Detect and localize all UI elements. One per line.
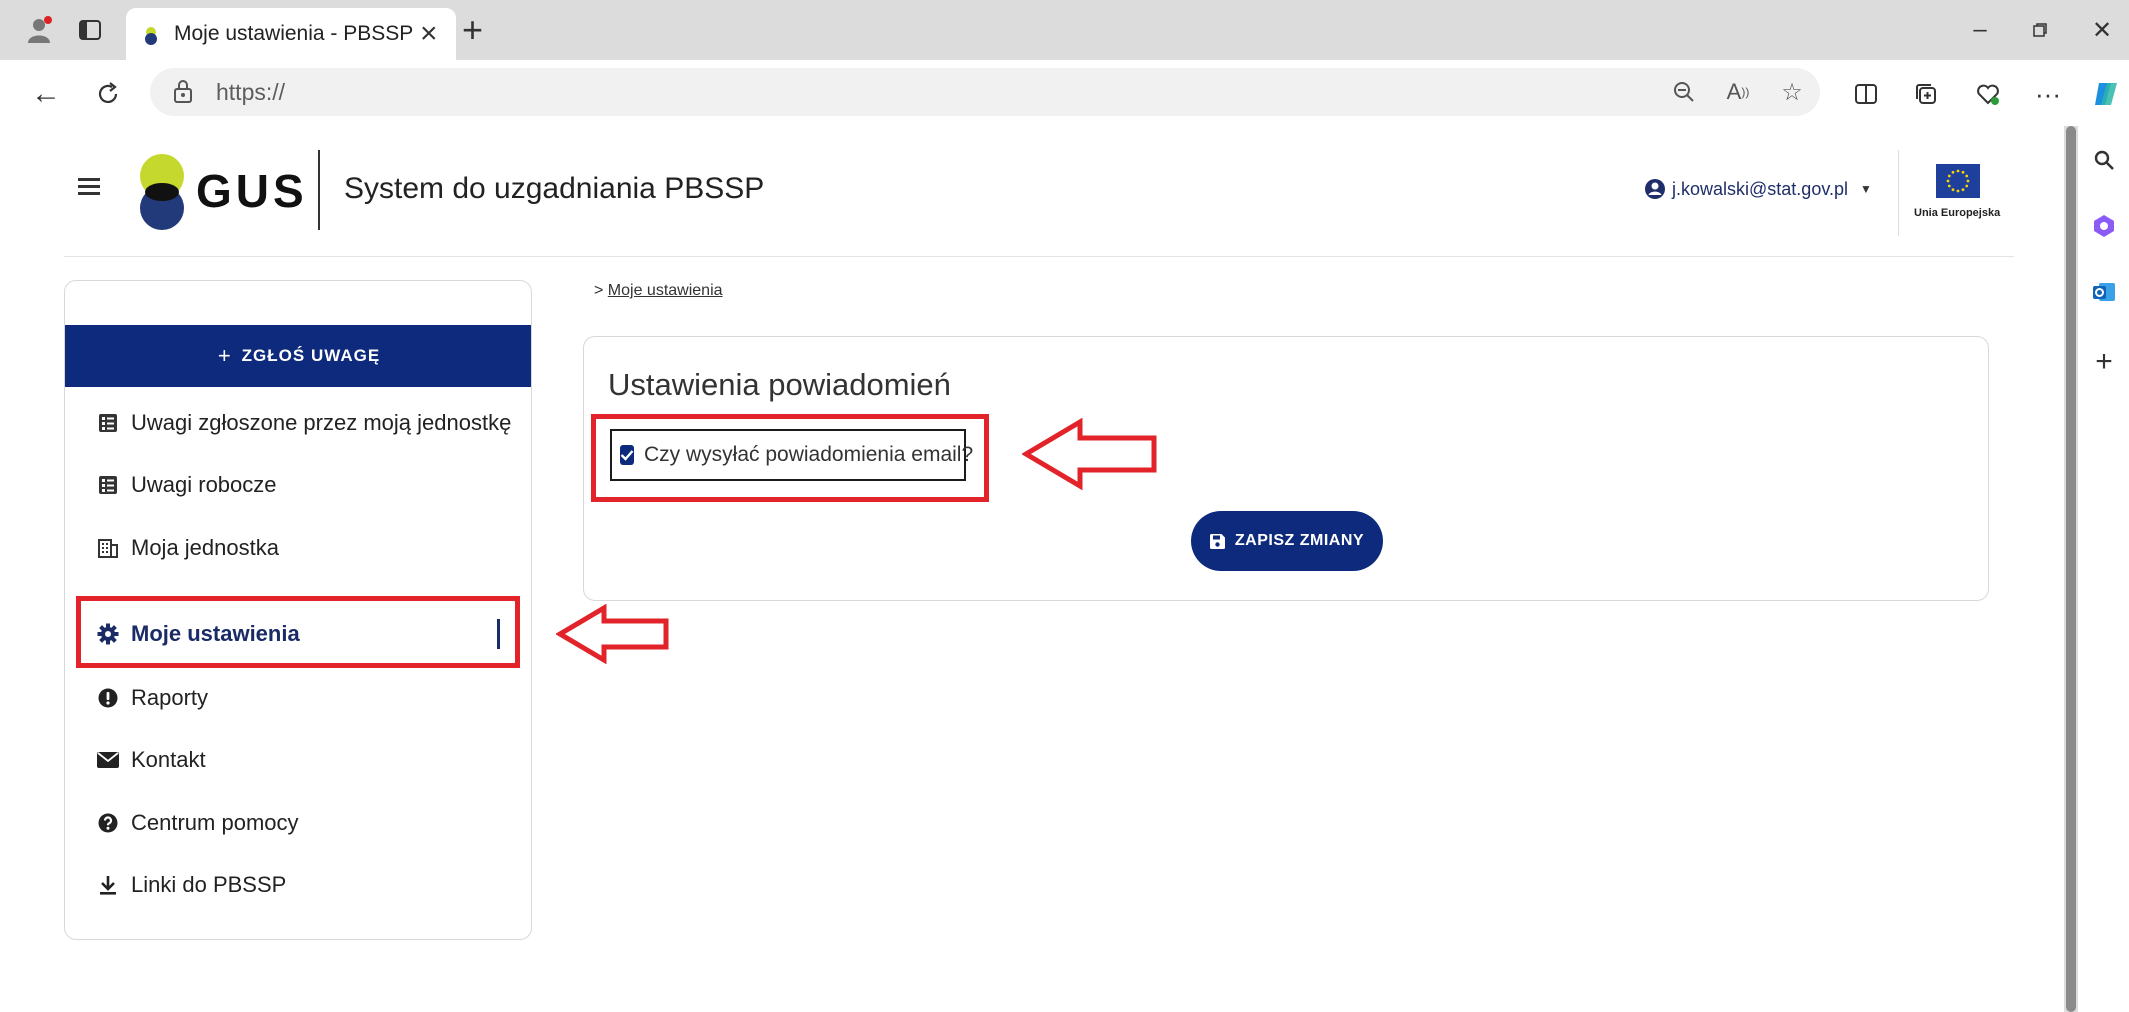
caret-down-icon: ▼: [1860, 182, 1872, 196]
copilot-side-icon[interactable]: [2088, 210, 2120, 242]
refresh-icon[interactable]: [88, 74, 128, 114]
report-issue-button[interactable]: + ZGŁOŚ UWAGĘ: [65, 325, 531, 387]
plus-icon: +: [217, 343, 232, 368]
browser-tab-bar: Moje ustawienia - PBSSP × + – ✕: [0, 0, 2129, 60]
breadcrumb-separator: >: [594, 282, 604, 299]
user-circle-icon: [1645, 179, 1665, 199]
url-field[interactable]: https:// A)) ☆: [150, 68, 1820, 116]
zoom-out-icon[interactable]: [1668, 76, 1700, 108]
header-divider: [64, 256, 2014, 257]
annotation-highlight-settings: [76, 596, 520, 668]
list-icon: [97, 474, 119, 496]
annotation-highlight-checkbox: [591, 414, 989, 502]
add-sidebar-app-icon[interactable]: +: [2088, 345, 2120, 378]
tab-title: Moje ustawienia - PBSSP: [174, 22, 414, 45]
breadcrumb: > Moje ustawienia: [594, 282, 723, 300]
hamburger-menu-icon[interactable]: [78, 178, 100, 196]
save-changes-label: ZAPISZ ZMIANY: [1234, 532, 1365, 549]
annotation-arrow-settings-icon: [556, 604, 669, 664]
envelope-icon: [97, 749, 119, 771]
back-icon[interactable]: ←: [26, 74, 66, 114]
floppy-disk-icon: [1209, 533, 1225, 549]
eu-label: Unia Europejska: [1914, 207, 2001, 219]
gus-favicon-icon: [145, 27, 157, 45]
sidebar-item-label: Centrum pomocy: [131, 810, 299, 835]
sidebar-item-reports[interactable]: Raporty: [97, 678, 208, 718]
question-icon: [97, 812, 119, 834]
save-changes-button[interactable]: ZAPISZ ZMIANY: [1191, 511, 1383, 571]
system-title: System do uzgadniania PBSSP: [344, 172, 765, 205]
exclamation-icon: [97, 687, 119, 709]
user-menu[interactable]: j.kowalski@stat.gov.pl ▼: [1644, 178, 1872, 200]
logo-divider: [318, 150, 320, 230]
browser-address-bar: ← https:// A)) ☆ ···: [0, 60, 2129, 124]
profile-icon[interactable]: [22, 12, 58, 48]
annotation-arrow-checkbox-icon: [1022, 418, 1157, 490]
restore-icon[interactable]: [2020, 12, 2060, 48]
close-window-icon[interactable]: ✕: [2082, 12, 2122, 48]
sidebar-item-draft-issues[interactable]: Uwagi robocze: [97, 465, 277, 505]
list-icon: [97, 412, 119, 434]
eu-flag-icon: [1936, 164, 1980, 198]
eu-divider: [1898, 150, 1899, 236]
minimize-icon[interactable]: –: [1960, 12, 2000, 48]
logo-text: GUS: [196, 165, 308, 217]
scrollbar-thumb[interactable]: [2066, 126, 2076, 1012]
new-tab-icon[interactable]: +: [462, 10, 483, 50]
tab-close-icon[interactable]: ×: [420, 16, 438, 52]
browser-tab-active[interactable]: Moje ustawienia - PBSSP ×: [126, 8, 456, 60]
copilot-icon[interactable]: [2086, 74, 2126, 114]
read-aloud-icon[interactable]: A)): [1722, 76, 1754, 108]
sidebar-item-contact[interactable]: Kontakt: [97, 740, 206, 780]
sidebar-item-label: Kontakt: [131, 747, 206, 772]
outlook-icon[interactable]: [2088, 276, 2120, 308]
page-scrollbar[interactable]: [2064, 126, 2078, 1012]
sidebar-item-my-unit[interactable]: Moja jednostka: [97, 528, 279, 568]
collections-icon[interactable]: [1906, 74, 1946, 114]
browser-essentials-icon[interactable]: [1968, 74, 2008, 114]
sidebar-item-pbssp-links[interactable]: Linki do PBSSP: [97, 865, 286, 905]
favorite-star-icon[interactable]: ☆: [1776, 76, 1808, 108]
lock-icon[interactable]: [172, 78, 194, 104]
building-icon: [97, 537, 119, 559]
url-text: https://: [216, 79, 286, 105]
report-issue-label: ZGŁOŚ UWAGĘ: [241, 346, 381, 365]
search-icon[interactable]: [2088, 144, 2120, 176]
sidebar-item-label: Uwagi zgłoszone przez moją jednostkę: [131, 410, 512, 435]
breadcrumb-current-link[interactable]: Moje ustawienia: [608, 282, 723, 299]
edge-sidebar: +: [2078, 124, 2129, 1012]
sidebar-item-label: Uwagi robocze: [131, 472, 277, 497]
sidebar-item-label: Raporty: [131, 685, 209, 710]
split-screen-icon[interactable]: [1846, 74, 1886, 114]
tab-actions-icon[interactable]: [72, 12, 108, 48]
more-options-icon[interactable]: ···: [2028, 74, 2068, 114]
sidebar-item-label: Moja jednostka: [131, 535, 279, 560]
sidebar-item-label: Linki do PBSSP: [131, 872, 287, 897]
card-title: Ustawienia powiadomień: [608, 367, 951, 402]
sidebar-item-my-unit-issues[interactable]: Uwagi zgłoszone przez moją jednostkę: [97, 403, 511, 443]
download-icon: [97, 874, 119, 896]
user-email: j.kowalski@stat.gov.pl: [1672, 178, 1849, 199]
sidebar-item-help-center[interactable]: Centrum pomocy: [97, 803, 299, 843]
